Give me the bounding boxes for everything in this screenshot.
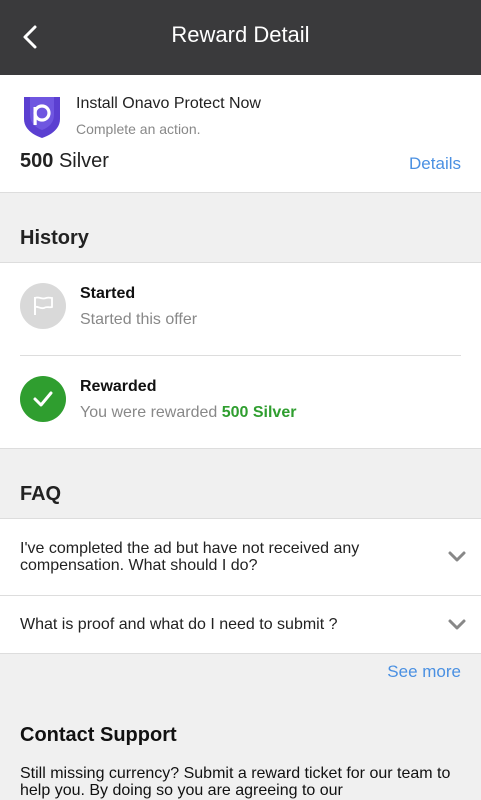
onavo-logo-icon <box>24 97 60 138</box>
contact-support-title: Contact Support <box>20 724 177 746</box>
history-list: Started Started this offer Rewarded You … <box>0 263 481 449</box>
chevron-down-icon <box>448 551 466 562</box>
history-title: History <box>0 217 481 263</box>
spacer <box>0 193 481 217</box>
flag-icon <box>20 283 66 329</box>
history-label: Started <box>80 285 136 302</box>
details-link[interactable]: Details <box>409 154 461 174</box>
offer-amount: 500 Silver <box>20 150 109 173</box>
top-bar: Reward Detail <box>0 0 481 75</box>
check-icon <box>20 376 66 422</box>
faq-item[interactable]: What is proof and what do I need to subm… <box>0 595 481 653</box>
see-more-link[interactable]: See more <box>387 662 461 682</box>
page-title: Reward Detail <box>171 22 310 47</box>
chevron-down-icon <box>448 619 466 629</box>
see-more-row: See more <box>0 654 481 690</box>
spacer <box>0 449 481 473</box>
faq-item[interactable]: I've completed the ad but have not recei… <box>0 519 481 595</box>
offer-subtitle: Complete an action. <box>76 121 201 137</box>
amount-number: 500 <box>20 150 54 172</box>
history-item-started: Started Started this offer <box>0 263 481 355</box>
faq-title: FAQ <box>0 473 481 519</box>
faq-question: What is proof and what do I need to subm… <box>20 616 338 633</box>
history-label: Rewarded <box>80 378 157 395</box>
faq-list: I've completed the ad but have not recei… <box>0 519 481 654</box>
history-desc: Started this offer <box>80 311 198 328</box>
offer-card: Install Onavo Protect Now Complete an ac… <box>0 75 481 193</box>
offer-name: Install Onavo Protect Now <box>76 95 261 112</box>
contact-support-text: Still missing currency? Submit a reward … <box>20 765 451 799</box>
history-desc: You were rewarded 500 Silver <box>80 404 297 421</box>
reward-amount: 500 Silver <box>221 404 297 421</box>
history-item-rewarded: Rewarded You were rewarded 500 Silver <box>0 356 481 448</box>
amount-unit: Silver <box>58 150 109 172</box>
faq-question: I've completed the ad but have not recei… <box>20 540 360 574</box>
